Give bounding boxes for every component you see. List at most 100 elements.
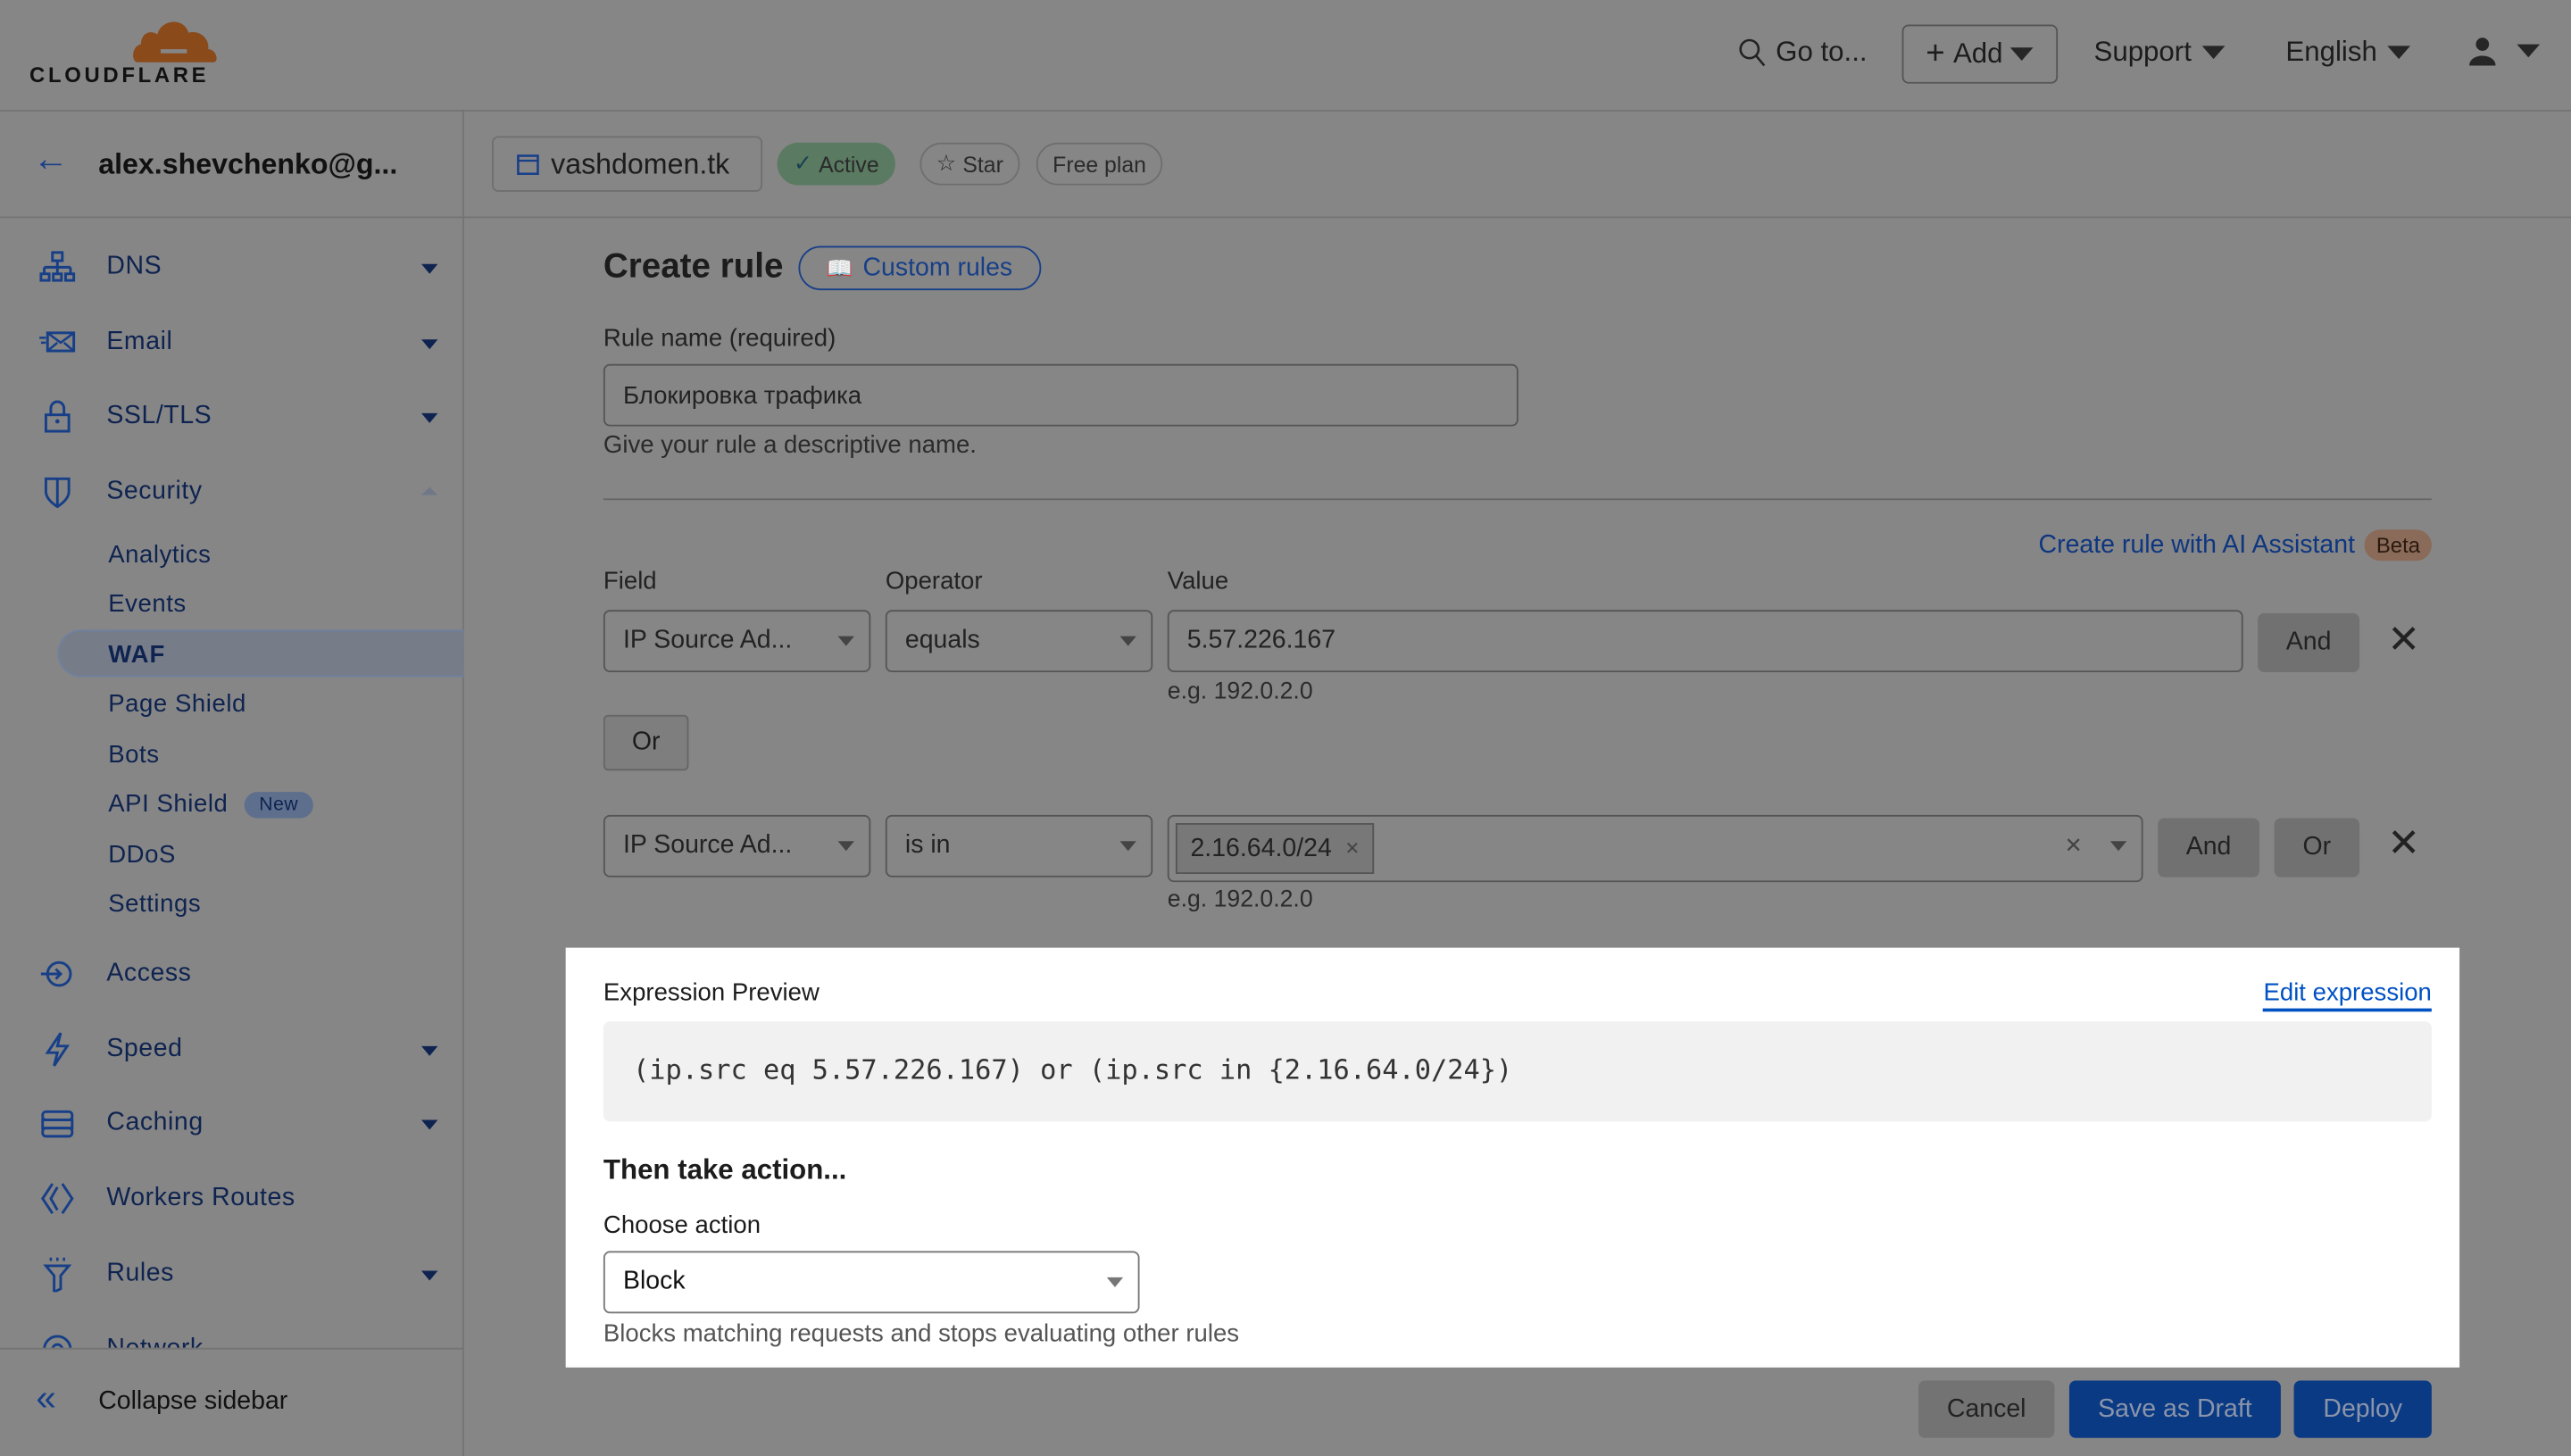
domain-name: vashdomen.tk	[551, 146, 730, 180]
operator-select[interactable]: is in	[885, 814, 1153, 878]
caret-down-icon[interactable]	[2109, 841, 2127, 852]
operator-select[interactable]: equals	[885, 610, 1153, 673]
sidebar-item-label: Workers Routes	[106, 1184, 295, 1212]
caret-down-icon	[421, 1270, 438, 1281]
action-select[interactable]: Block	[603, 1251, 1140, 1314]
plan-badge: Free plan	[1036, 142, 1163, 186]
expression-text: (ip.src eq 5.57.226.167) or (ip.src in {…	[632, 1054, 1513, 1086]
sidebar-sub-ddos[interactable]: DDoS	[108, 841, 176, 869]
account-back[interactable]: ← alex.shevchenko@g...	[0, 112, 462, 217]
plan-label: Free plan	[1053, 151, 1146, 177]
cloudflare-logo[interactable]: CLOUDFLARE	[29, 16, 226, 90]
value-multiselect[interactable]: 2.16.64.0/24 ✕ ✕	[1167, 814, 2143, 883]
rules-icon	[43, 1257, 72, 1293]
value-text: 5.57.226.167	[1186, 626, 1336, 654]
ai-assistant-link[interactable]: Create rule with AI Assistant Beta	[2038, 529, 2432, 562]
sidebar-item-access[interactable]: Access	[0, 949, 462, 998]
sidebar-item-rules[interactable]: Rules	[0, 1250, 462, 1299]
caret-down-icon	[1119, 841, 1136, 852]
custom-rules-link[interactable]: 📖 Custom rules	[798, 245, 1041, 291]
sidebar-sub-label: WAF	[108, 641, 166, 670]
collapse-label: Collapse sidebar	[98, 1386, 288, 1416]
remove-condition-icon[interactable]: ✕	[2387, 820, 2420, 867]
language-menu[interactable]: English	[2285, 36, 2410, 69]
section-divider	[603, 498, 2432, 501]
sidebar-sub-settings[interactable]: Settings	[108, 890, 201, 918]
and-button[interactable]: And	[2258, 612, 2360, 673]
sidebar-item-speed[interactable]: Speed	[0, 1025, 462, 1074]
sidebar-item-workers-routes[interactable]: Workers Routes	[0, 1174, 462, 1223]
status-badge: ✓ Active	[777, 142, 895, 186]
and-button[interactable]: And	[2158, 818, 2260, 878]
server-stack-icon	[41, 1110, 74, 1138]
action-heading: Then take action...	[603, 1154, 847, 1186]
domain-selector[interactable]: vashdomen.tk	[492, 136, 763, 192]
account-name: alex.shevchenko@g...	[98, 147, 398, 181]
field-value: IP Source Ad...	[622, 626, 793, 654]
field-column-label: Field	[603, 567, 657, 595]
arrow-left-icon: ←	[32, 137, 70, 179]
language-label: English	[2285, 36, 2377, 68]
new-badge: New	[244, 791, 313, 818]
or-button[interactable]: Or	[2274, 818, 2360, 878]
workers-icon	[40, 1183, 74, 1214]
caret-down-icon	[421, 263, 438, 274]
cancel-button[interactable]: Cancel	[1918, 1380, 2055, 1438]
action-value: Block	[622, 1267, 686, 1296]
field-select[interactable]: IP Source Ad...	[603, 814, 871, 878]
sidebar-item-label: Speed	[106, 1034, 183, 1063]
sidebar-sub-events[interactable]: Events	[108, 590, 187, 618]
sidebar-clip: Network	[0, 1325, 462, 1348]
sidebar-sub-analytics[interactable]: Analytics	[108, 541, 211, 569]
tag-remove-icon[interactable]: ✕	[1344, 838, 1360, 859]
plus-icon: +	[1926, 35, 1945, 71]
or-group-button[interactable]: Or	[603, 714, 689, 771]
add-button[interactable]: + Add	[1901, 24, 2059, 84]
search-icon	[1739, 38, 1766, 67]
custom-rules-label: Custom rules	[862, 253, 1013, 281]
value-hint: e.g. 192.0.2.0	[1167, 678, 1313, 705]
support-menu[interactable]: Support	[2094, 36, 2225, 69]
rule-name-input[interactable]: Блокировка трафика	[603, 363, 1518, 427]
caret-down-icon	[2010, 47, 2034, 61]
clear-icon[interactable]: ✕	[2065, 833, 2083, 859]
add-label: Add	[1952, 37, 2003, 70]
sidebar-item-label: Email	[106, 328, 173, 356]
value-input[interactable]: 5.57.226.167	[1167, 610, 2243, 673]
sidebar-item-network[interactable]: Network	[0, 1325, 462, 1348]
sidebar-item-ssl-tls[interactable]: SSL/TLS	[0, 392, 462, 441]
star-button[interactable]: ☆ Star	[919, 142, 1020, 186]
sidebar-sub-api-shield[interactable]: API Shield New	[108, 790, 313, 819]
check-icon: ✓	[793, 150, 812, 176]
edit-expression-link[interactable]: Edit expression	[2263, 979, 2432, 1012]
account-divider	[0, 216, 2571, 219]
support-label: Support	[2093, 36, 2192, 68]
caret-down-icon	[2201, 46, 2225, 60]
lock-icon	[44, 400, 71, 433]
sidebar-sub-label: API Shield	[108, 790, 229, 819]
star-icon: ☆	[936, 150, 957, 176]
field-select[interactable]: IP Source Ad...	[603, 610, 871, 673]
remove-condition-icon[interactable]: ✕	[2387, 617, 2420, 664]
goto-search[interactable]: Go to...	[1738, 36, 1868, 69]
sidebar-sub-waf-active[interactable]: WAF	[57, 629, 464, 678]
rule-name-label: Rule name (required)	[603, 324, 836, 353]
lightning-icon	[45, 1032, 71, 1067]
deploy-button[interactable]: Deploy	[2293, 1380, 2432, 1438]
sidebar-sub-page-shield[interactable]: Page Shield	[108, 690, 246, 718]
operator-value: is in	[904, 831, 951, 860]
collapse-sidebar-button[interactable]: « Collapse sidebar	[0, 1377, 462, 1427]
sidebar-sub-bots[interactable]: Bots	[108, 741, 159, 769]
sidebar-item-dns[interactable]: DNS	[0, 243, 462, 292]
user-menu[interactable]	[2467, 36, 2541, 66]
sidebar-item-email[interactable]: Email	[0, 318, 462, 367]
sidebar-item-caching[interactable]: Caching	[0, 1099, 462, 1148]
collapse-divider	[0, 1347, 462, 1350]
sidebar-item-security[interactable]: Security	[0, 467, 462, 516]
logo-text: CLOUDFLARE	[29, 62, 210, 87]
save-draft-button[interactable]: Save as Draft	[2068, 1380, 2281, 1438]
window-icon	[517, 154, 539, 175]
rule-name-help: Give your rule a descriptive name.	[603, 431, 977, 460]
sidebar-item-label: Rules	[106, 1259, 174, 1287]
ai-assistant-label: Create rule with AI Assistant	[2038, 530, 2356, 559]
